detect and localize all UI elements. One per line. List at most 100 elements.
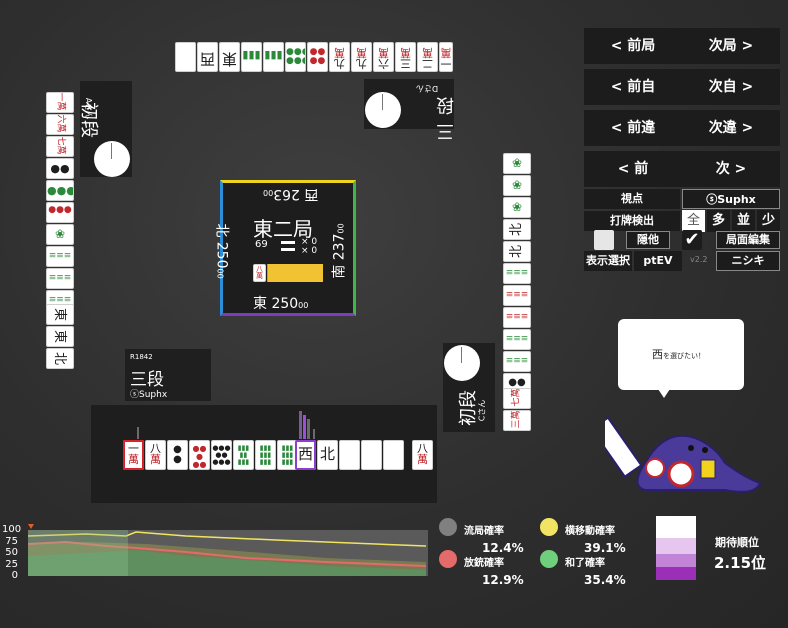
viewpoint-select[interactable]: ⓢSuphx [682,189,780,209]
win-value: 35.4% [584,573,626,587]
right-discard-tile: ≡≡≡ [503,329,531,350]
hand-eval-bar [313,429,315,439]
edit-position-label[interactable]: 局面編集 [716,231,780,249]
left-discard-tile: 北 [46,348,74,369]
move-value: 39.1% [584,541,626,555]
south-score: 南 23700 [331,223,348,279]
hand-tile[interactable]: 西 [295,440,316,470]
hand-eval-bar [303,415,306,439]
prev-step-button[interactable]: < 前 [584,151,682,187]
east-score: 東 25000 [253,296,309,312]
riichi-stick-icon [281,241,295,244]
move-dot-icon [540,518,558,536]
left-player-name: Aさん [84,97,94,120]
right-discard-tile: ≡≡≡ [503,263,531,284]
bubble-tail [658,389,670,398]
right-discard-tile: ❀ [503,153,531,174]
detect-option-many[interactable]: 多 [707,210,730,232]
detect-option-few[interactable]: 少 [757,210,780,232]
left-discard-tile: ●●● [46,180,74,201]
top-discard-tile: 九萬 [329,42,350,72]
nav-round-row: < 前局 次局 > [584,28,780,64]
hide-others-label[interactable]: 隠他 [626,231,670,249]
graph-plot [27,524,428,576]
hand-tile[interactable]: 北 [317,440,338,470]
left-discard-tile: ●● [46,158,74,179]
top-discard-tile: 三萬 [395,42,416,72]
top-discard-tile: ▮▮▮ [241,42,262,72]
expected-rank-value: 2.15位 [714,554,767,572]
prev-round-button[interactable]: < 前局 [584,28,682,64]
right-discard-tile: 北 [503,219,531,240]
detect-option-normal[interactable]: 並 [732,210,755,232]
y-tick: 25 [5,558,18,570]
hand-tile[interactable]: ▮▮▮ ▮▮ ▮▮▮ [233,440,254,470]
right-discard-tile: ❀ [503,197,531,218]
hand-tile[interactable]: ●●● ●● ●●● [211,440,232,470]
draw-dot-icon [439,518,457,536]
next-step-button[interactable]: 次 > [682,151,780,187]
self-player-name: ⓢSuphx [130,390,168,400]
nav-step-row: < 前 次 > [584,151,780,187]
viewpoint-label: 視点 [584,189,680,209]
expected-rank-label: 期待順位 [715,536,759,549]
dead-wall [267,264,323,282]
dora-indicator-tile: 八萬 [253,264,266,282]
win-dot-icon [540,550,558,568]
hand-tile[interactable]: ●● ● ●● [189,440,210,470]
discard-detect-label: 打牌検出 [584,211,680,231]
right-discard-tile: 北 [503,241,531,262]
left-player-panel: 初段 Aさん [78,81,132,177]
right-player-name: Cさん [477,399,487,422]
hand-tile[interactable] [383,440,404,470]
top-discard-tile: ▮▮▮ [263,42,284,72]
right-player-avatar [444,345,480,381]
top-discard-tile: 六萬 [373,42,394,72]
top-discard-tile [175,42,196,72]
right-discard-tile: ❀ [503,175,531,196]
model-select[interactable]: ニシキ [716,251,780,271]
hand-tile[interactable] [339,440,360,470]
top-player-avatar [365,92,401,128]
left-discard-tile: 東 [46,326,74,347]
prev-mistake-button[interactable]: < 前違 [584,110,682,146]
dealin-value: 12.9% [482,573,524,587]
honba-count: 69 [255,239,268,250]
left-discard-tile: 六萬 [46,114,74,135]
honba-stick-counter: × 0 [301,246,318,256]
hand-tile[interactable]: 八萬 [145,440,166,470]
top-discard-tile: 西 [197,42,218,72]
drawn-tile[interactable]: 八萬 [412,440,433,470]
self-player-panel: R1842 三段 ⓢSuphx [125,349,211,401]
hand-eval-bar [307,419,310,439]
hand-tile[interactable]: ● ● [167,440,188,470]
rank-distribution-bar [656,516,696,580]
next-mistake-button[interactable]: 次違 > [682,110,780,146]
left-discard-tile: ≡≡≡ [46,246,74,267]
hide-others-checkbox[interactable] [594,230,614,250]
graph-current-range [28,530,128,576]
display-select-label: 表示選択 [584,251,632,271]
hand-tile[interactable] [361,440,382,470]
hand-tile[interactable]: 一萬 [123,440,144,470]
honba-stick-icon [281,248,295,251]
prev-self-button[interactable]: < 前自 [584,69,682,105]
hand-tile[interactable]: ▮▮▮ ▮▮▮ ▮▮▮ [255,440,276,470]
north-score: 北 25000 [213,223,230,279]
right-player-panel: 初段 Cさん [443,343,495,432]
rank-segment [656,538,696,554]
graph-position-marker-icon[interactable] [28,524,34,529]
edit-position-checkbox[interactable]: ✔ [682,230,702,250]
display-select-value[interactable]: ptEV [634,251,682,271]
rank-segment [656,516,696,538]
self-player-rating: R1842 [130,353,153,361]
top-discard-tile: 一萬 [439,42,453,72]
version-label: v2.2 [690,255,708,264]
top-discard-tile: 二萬 [417,42,438,72]
advice-bubble: 西を選びたい！ [618,319,744,398]
next-round-button[interactable]: 次局 > [682,28,780,64]
y-tick: 0 [11,570,18,581]
left-discard-tile: ❀ [46,224,74,245]
next-self-button[interactable]: 次自 > [682,69,780,105]
dealin-dot-icon [439,550,457,568]
